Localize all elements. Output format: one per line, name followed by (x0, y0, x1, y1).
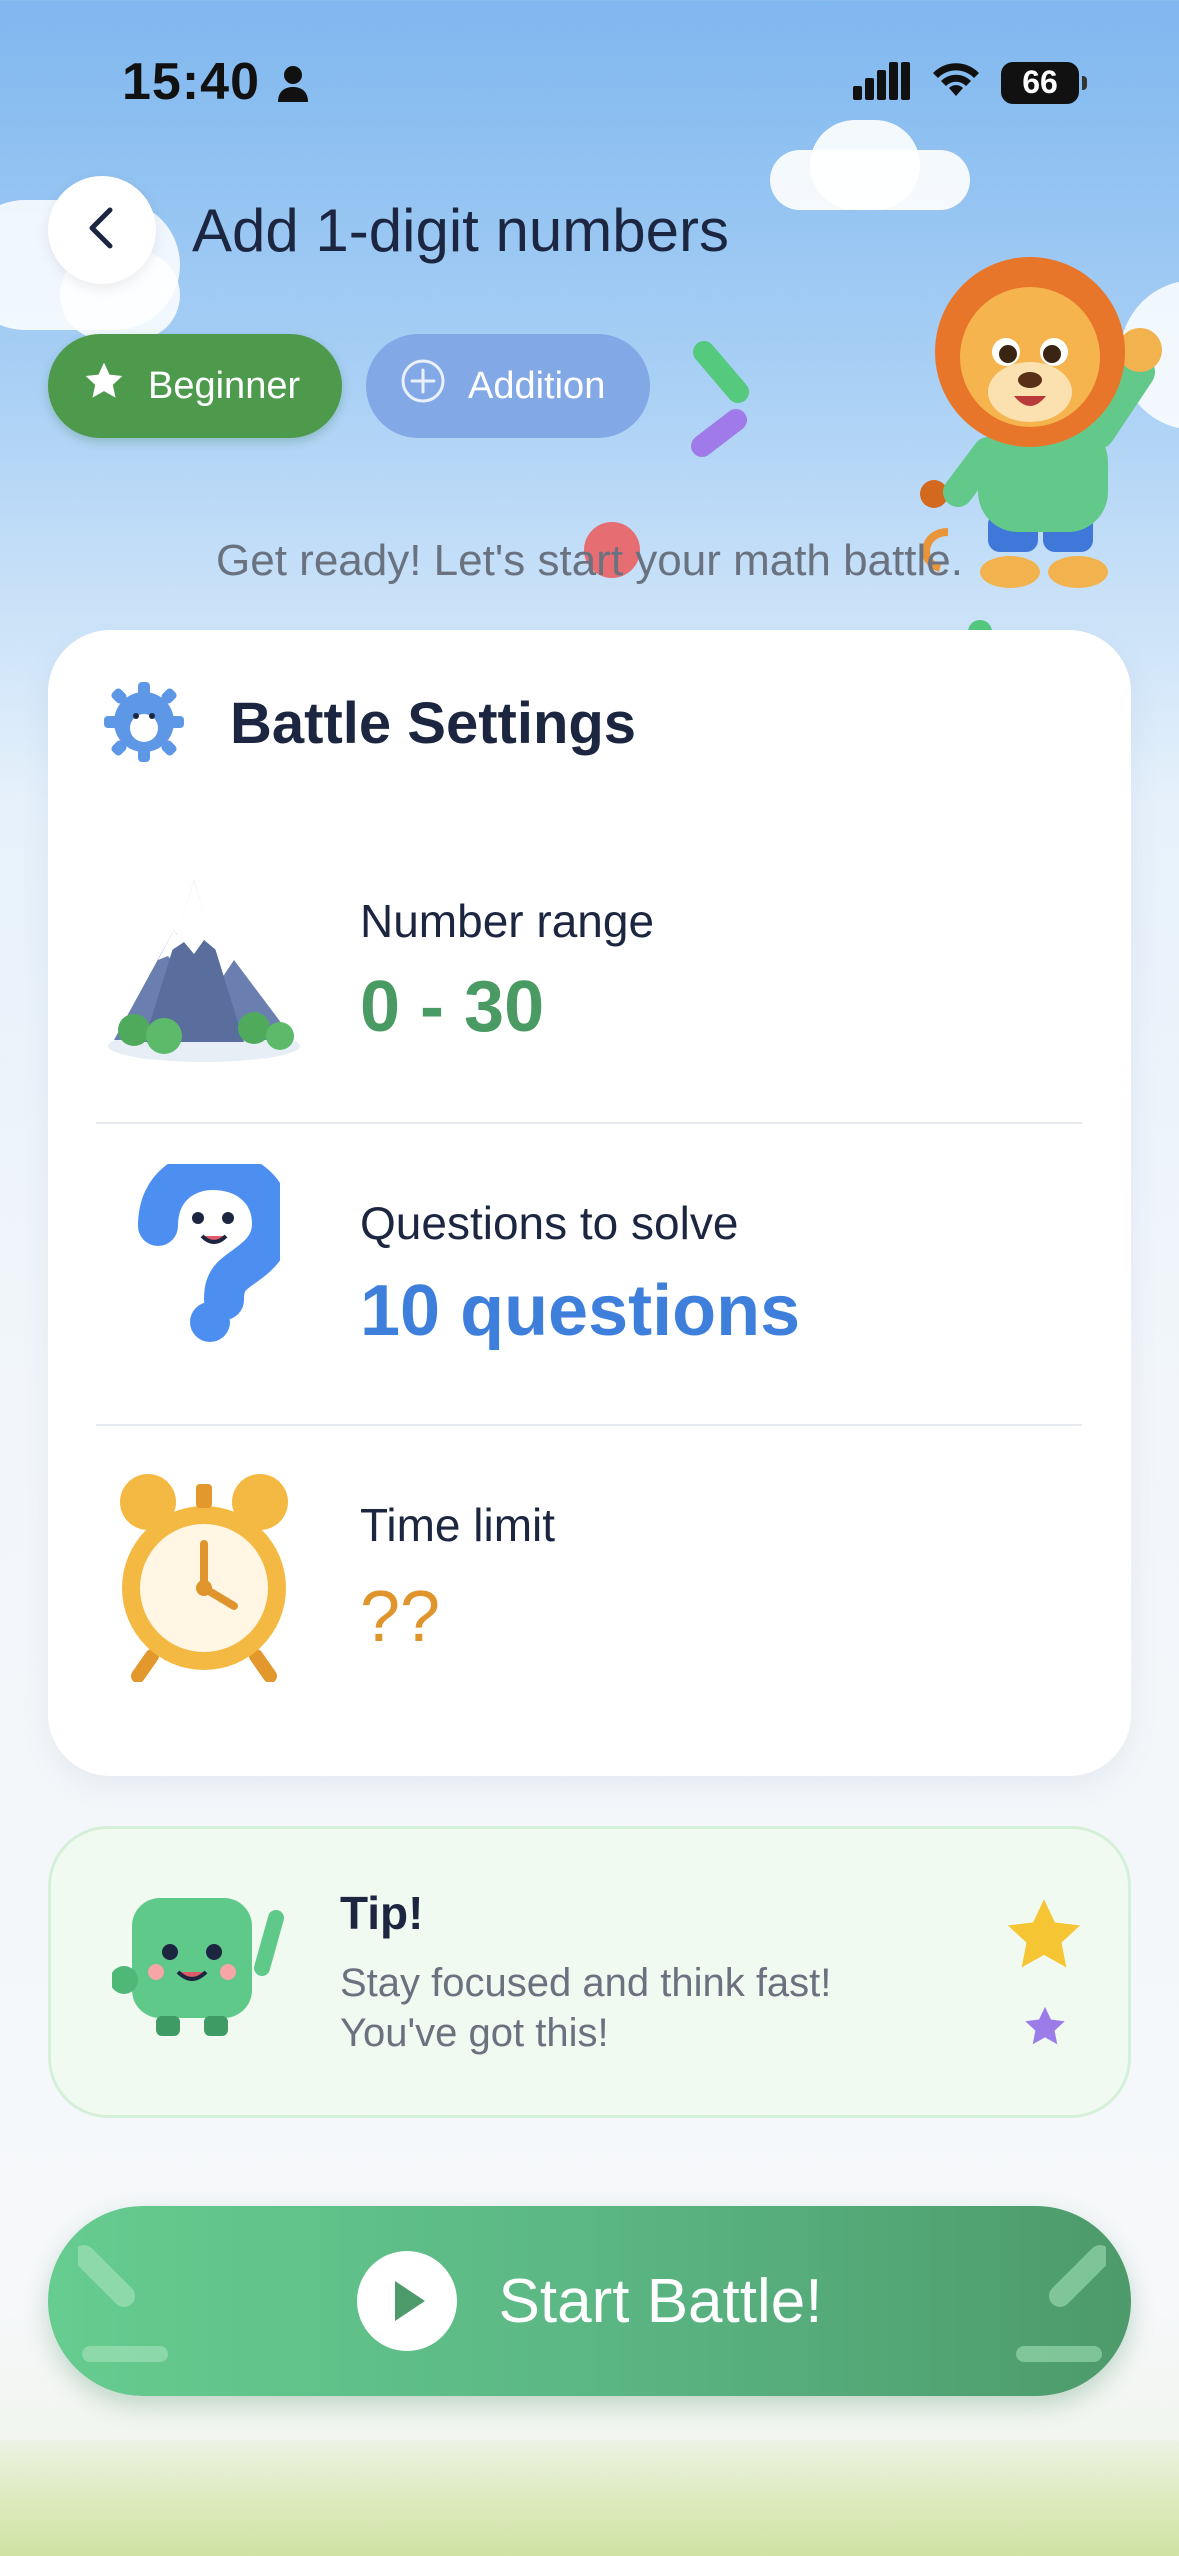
tag-label: Addition (468, 364, 606, 407)
grass-decoration (0, 2440, 1179, 2556)
number-range-value: 0 - 30 (360, 967, 545, 1047)
subtitle: Get ready! Let's start your math battle. (216, 536, 963, 585)
card-title: Battle Settings (230, 691, 637, 756)
cube-mascot-icon (110, 1892, 292, 2047)
confetti-decoration (686, 336, 766, 481)
chevron-left-icon (84, 206, 120, 255)
question-mark-icon (130, 1149, 293, 1349)
signal-icon (853, 60, 911, 105)
wifi-icon (931, 60, 981, 105)
time-limit-label: Time limit (360, 1499, 556, 1551)
tip-text: Stay focused and think fast! You've got … (340, 1958, 960, 2058)
divider (96, 1424, 1082, 1426)
plus-circle-icon (400, 358, 446, 414)
mountain-icon (104, 880, 304, 1069)
tag-beginner: Beginner (48, 334, 342, 438)
tip-line: Stay focused and think fast! (340, 1961, 832, 2005)
questions-value: 10 questions (360, 1271, 801, 1351)
alarm-clock-icon (116, 1466, 292, 1687)
star-icon (82, 359, 126, 413)
number-range-label: Number range (360, 895, 655, 947)
battery-indicator: 66 (1001, 61, 1087, 104)
play-icon (356, 2251, 457, 2351)
time-limit-value: ?? (360, 1577, 441, 1657)
person-icon (276, 64, 310, 109)
tip-title: Tip! (340, 1887, 424, 1939)
decor-stripes (73, 2244, 174, 2369)
questions-label: Questions to solve (360, 1197, 739, 1249)
star-icon (1002, 1894, 1086, 1983)
status-icons: 66 (853, 60, 1087, 105)
back-button[interactable] (48, 176, 156, 284)
tag-label: Beginner (148, 364, 301, 407)
tag-addition: Addition (366, 334, 650, 438)
start-battle-label: Start Battle! (498, 2266, 823, 2336)
divider (96, 1122, 1082, 1124)
status-time: 15:40 (122, 53, 260, 111)
decor-stripes (1010, 2244, 1111, 2369)
page-title: Add 1-digit numbers (192, 197, 729, 264)
gear-icon (100, 678, 188, 771)
tip-line: You've got this! (340, 2011, 609, 2055)
small-star-icon (1022, 2004, 1068, 2055)
start-battle-button[interactable]: Start Battle! (48, 2206, 1131, 2396)
